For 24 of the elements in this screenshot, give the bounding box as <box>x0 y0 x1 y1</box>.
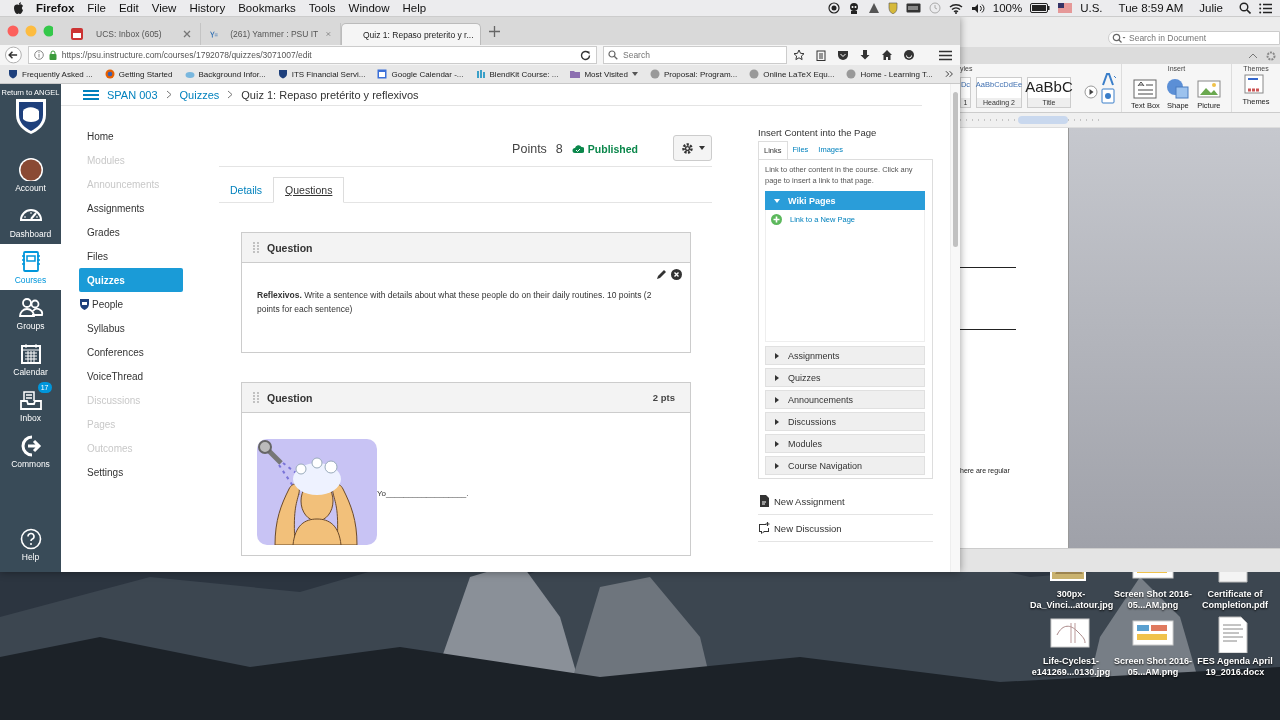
menu-item[interactable]: View <box>151 2 177 14</box>
battery-percent: 100% <box>992 2 1023 14</box>
menu-item[interactable]: File <box>87 2 106 14</box>
clock[interactable]: Tue 8:59 AM <box>1118 2 1184 14</box>
menu-item[interactable]: History <box>189 2 226 14</box>
menu-item[interactable]: Tools <box>308 2 336 14</box>
keyboard-icon[interactable] <box>905 3 921 13</box>
list-icon[interactable] <box>1259 2 1272 14</box>
flag-icon[interactable] <box>1058 3 1073 13</box>
record-icon[interactable] <box>827 2 840 14</box>
shield-icon[interactable] <box>887 2 898 14</box>
menu-item[interactable]: Edit <box>118 2 139 14</box>
apple-icon[interactable] <box>13 2 24 14</box>
search-icon[interactable] <box>1239 2 1251 14</box>
wifi-icon[interactable] <box>948 2 963 14</box>
volume-icon[interactable] <box>970 2 985 14</box>
app-menu[interactable]: Firefox <box>36 2 75 14</box>
menu-item[interactable]: Bookmarks <box>238 2 296 14</box>
menu-item[interactable]: Help <box>402 2 427 14</box>
robot-icon[interactable] <box>847 2 860 14</box>
menu-item[interactable]: Window <box>348 2 390 14</box>
user-name[interactable]: Julie <box>1199 2 1223 14</box>
battery-icon[interactable] <box>1030 3 1051 13</box>
input-source[interactable]: U.S. <box>1080 2 1103 14</box>
